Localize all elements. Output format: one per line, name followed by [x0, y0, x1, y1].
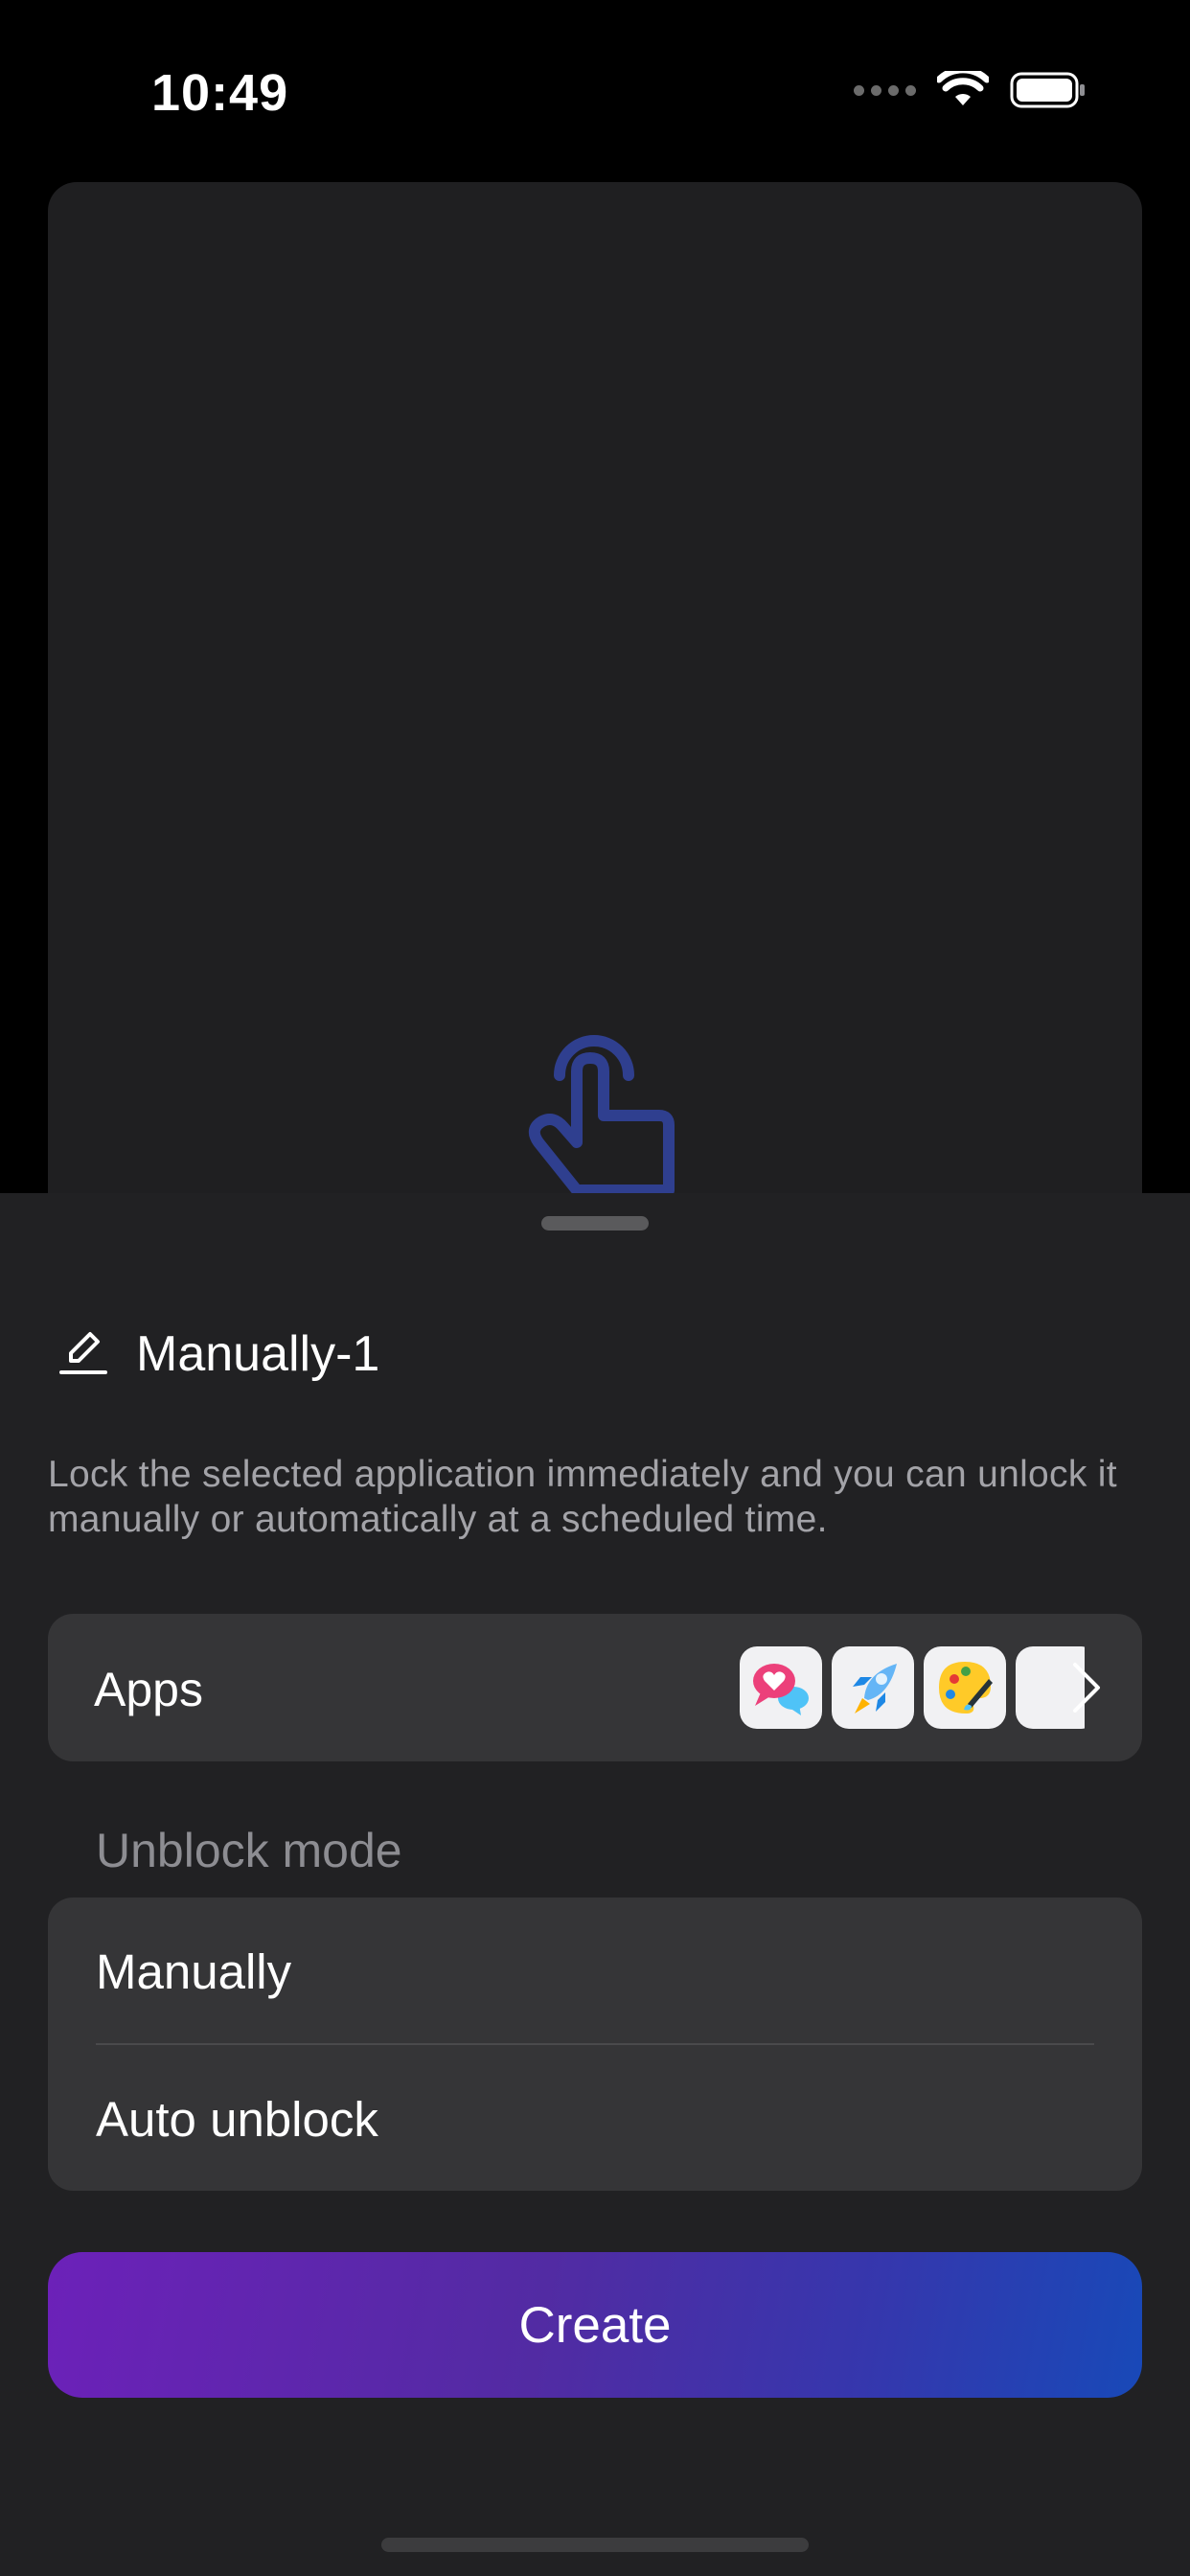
cellular-signal-icon	[854, 84, 916, 96]
apps-row[interactable]: Apps	[48, 1614, 1142, 1761]
rocket-icon	[832, 1646, 914, 1729]
option-divider	[96, 2043, 1094, 2045]
sheet-grabber[interactable]	[541, 1216, 649, 1230]
create-button[interactable]: Create	[48, 2252, 1142, 2398]
chevron-right-icon[interactable]	[1069, 1661, 1104, 1719]
tap-hand-icon	[515, 1008, 678, 1205]
pencil-icon[interactable]	[59, 1328, 107, 1381]
profile-name[interactable]: Manually-1	[136, 1325, 379, 1383]
unblock-mode-group: Manually Auto unblock	[48, 1898, 1142, 2191]
description-text: Lock the selected application immediatel…	[48, 1454, 1117, 1540]
option-manually[interactable]: Manually	[96, 1944, 291, 2000]
unblock-mode-label: Unblock mode	[96, 1824, 402, 1877]
option-auto-unblock[interactable]: Auto unblock	[96, 2091, 378, 2148]
chat-heart-icon	[740, 1646, 822, 1729]
home-indicator	[381, 2538, 809, 2552]
status-bar: 10:49	[0, 0, 1190, 182]
status-time: 10:49	[151, 64, 289, 122]
wifi-icon	[937, 71, 989, 109]
selected-apps	[740, 1646, 1085, 1729]
profile-name-row[interactable]: Manually-1	[59, 1325, 379, 1383]
battery-icon	[1010, 71, 1087, 109]
apps-label: Apps	[94, 1663, 203, 1716]
status-indicators	[854, 71, 1087, 109]
palette-icon	[924, 1646, 1006, 1729]
